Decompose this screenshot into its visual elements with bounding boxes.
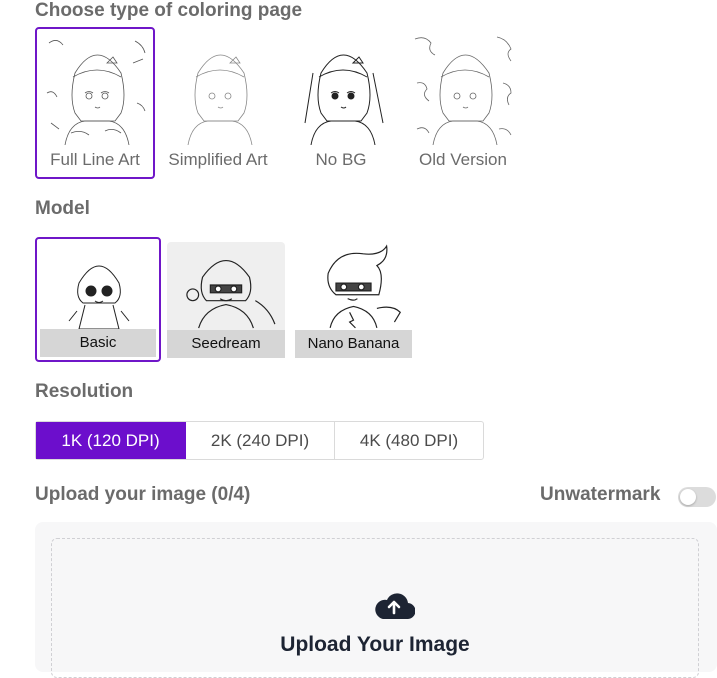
full-line-art-thumbnail	[46, 40, 146, 145]
no-bg-thumbnail	[304, 54, 384, 145]
resolution-option-4k[interactable]: 4K (480 DPI)	[335, 422, 483, 459]
model-option-basic[interactable]: Basic	[35, 237, 161, 362]
style-option-full-line-art[interactable]: Full Line Art	[35, 27, 155, 179]
style-option-label: Simplified Art	[168, 150, 268, 169]
upload-title: Upload Your Image	[280, 633, 470, 656]
simplified-art-thumbnail	[187, 54, 253, 145]
nano-banana-model-thumbnail	[327, 244, 401, 329]
upload-panel: Upload Your Image	[35, 522, 717, 678]
model-option-seedream[interactable]: Seedream	[167, 242, 285, 358]
old-version-thumbnail	[414, 36, 512, 145]
resolution-heading: Resolution	[35, 381, 134, 402]
model-heading: Model	[35, 198, 90, 219]
style-option-label: Old Version	[419, 150, 507, 169]
model-option-label: Nano Banana	[295, 330, 412, 358]
resolution-option-2k[interactable]: 2K (240 DPI)	[186, 422, 335, 459]
style-option-label: No BG	[315, 150, 367, 169]
toggle-knob	[680, 489, 696, 505]
resolution-selector: 1K (120 DPI) 2K (240 DPI) 4K (480 DPI)	[35, 421, 484, 460]
seedream-model-thumbnail	[186, 260, 276, 329]
model-option-label: Seedream	[167, 330, 285, 358]
cloud-upload-icon	[375, 593, 415, 620]
upload-heading: Upload your image (0/4)	[35, 484, 251, 505]
upload-dropzone[interactable]: Upload Your Image	[51, 538, 699, 678]
model-option-nano-banana[interactable]: Nano Banana	[295, 242, 412, 358]
style-option-label: Full Line Art	[50, 150, 140, 169]
style-option-simplified-art[interactable]: Simplified Art	[158, 27, 278, 179]
style-option-no-bg[interactable]: No BG	[281, 27, 401, 179]
unwatermark-toggle[interactable]	[678, 487, 716, 507]
basic-model-thumbnail	[68, 265, 130, 330]
model-option-label: Basic	[40, 329, 156, 357]
coloring-type-heading: Choose type of coloring page	[35, 0, 303, 21]
style-option-old-version[interactable]: Old Version	[403, 27, 523, 179]
resolution-option-1k[interactable]: 1K (120 DPI)	[36, 422, 186, 459]
unwatermark-label: Unwatermark	[540, 484, 661, 505]
